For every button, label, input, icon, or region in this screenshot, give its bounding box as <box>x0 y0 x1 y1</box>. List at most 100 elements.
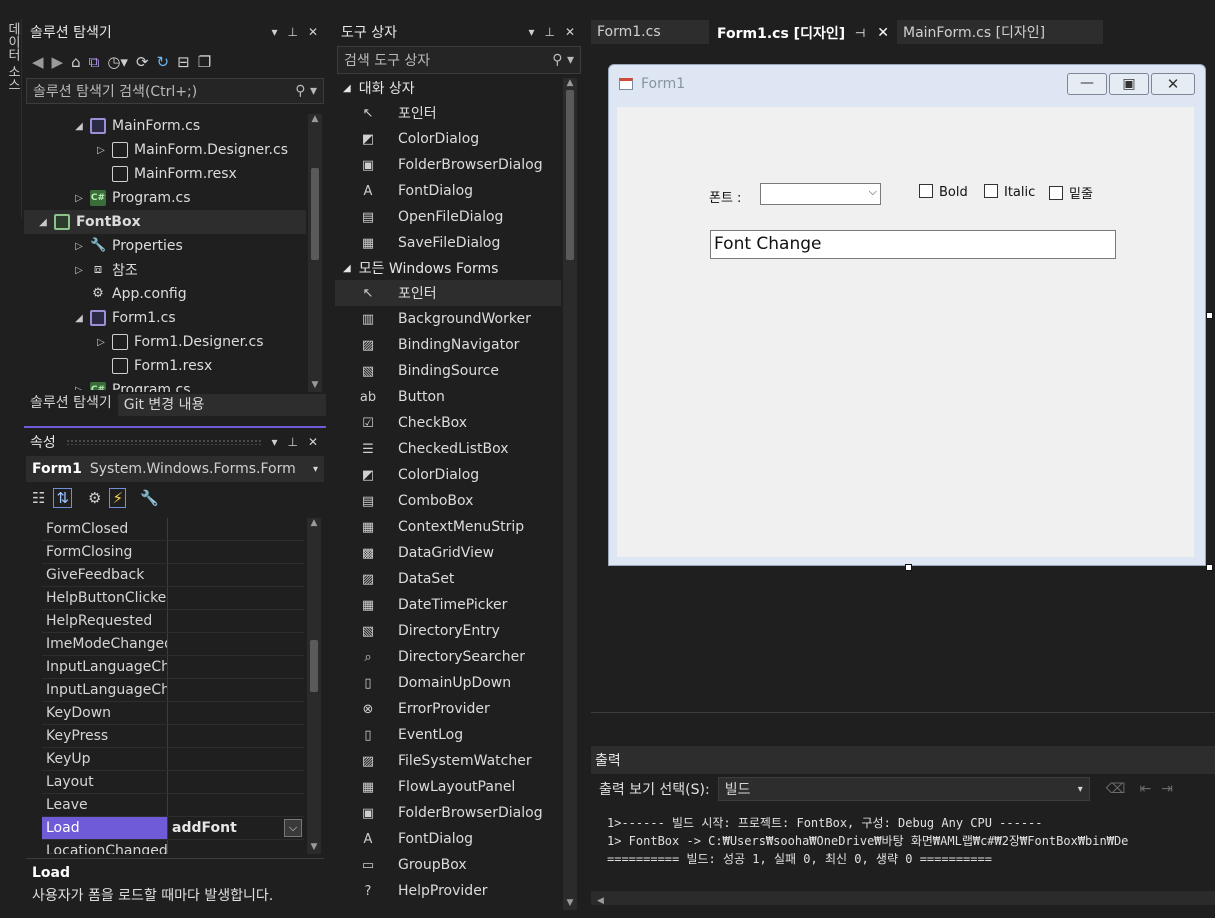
solution-explorer-search[interactable]: 솔루션 탐색기 검색(Ctrl+;) ⚲ ▾ <box>26 78 324 104</box>
tab-form1-designer[interactable]: Form1.cs [디자인] ⊣ ✕ <box>711 20 895 44</box>
search-icon[interactable]: ⚲ ▾ <box>552 52 574 68</box>
toolbox-item[interactable]: ◩ ColorDialog <box>335 462 561 488</box>
resize-handle[interactable] <box>905 564 912 571</box>
next-message-icon[interactable]: ⇥ <box>1161 781 1173 797</box>
toolbox-item[interactable]: ▣ FolderBrowserDialog <box>335 152 561 178</box>
data-sources-side-tab[interactable]: 데이터 소스 <box>0 18 22 218</box>
output-source-select[interactable]: 빌드 ▾ <box>717 777 1090 801</box>
toolbox-item[interactable]: ▤ ComboBox <box>335 488 561 514</box>
collapse-arrow-icon[interactable]: ◢ <box>72 313 86 324</box>
tab-solution-explorer[interactable]: 솔루션 탐색기 <box>24 390 118 416</box>
property-value[interactable]: addFont ⌵ <box>168 817 304 839</box>
resize-handle[interactable] <box>1206 312 1213 319</box>
tree-item[interactable]: ◢ Form1.cs <box>24 306 306 330</box>
pin-icon[interactable]: ⊣ <box>855 26 865 40</box>
search-icon[interactable]: ⚲ ▾ <box>295 83 317 99</box>
property-row[interactable]: InputLanguageChanged <box>42 656 304 679</box>
toolbox-item[interactable]: ▨ FileSystemWatcher <box>335 748 561 774</box>
wrench-icon[interactable]: 🔧 <box>140 489 159 507</box>
toolbox-item[interactable]: ⊗ ErrorProvider <box>335 696 561 722</box>
toolbox-item[interactable]: ☰ CheckedListBox <box>335 436 561 462</box>
designed-form[interactable]: Form1 — ▣ ✕ 폰트 : ⌵ Bold Italic 밑줄 Font C… <box>608 64 1213 571</box>
back-icon[interactable]: ◀ <box>32 53 44 71</box>
close-icon[interactable]: ✕ <box>565 25 575 39</box>
property-row[interactable]: HelpRequested <box>42 610 304 633</box>
property-row[interactable]: InputLanguageChanging <box>42 679 304 702</box>
tree-item[interactable]: Form1.resx <box>24 354 306 378</box>
dropdown-icon[interactable]: ▾ <box>271 25 277 39</box>
toolbox-item[interactable]: ab Button <box>335 384 561 410</box>
property-row[interactable]: GiveFeedback <box>42 564 304 587</box>
property-value[interactable] <box>168 564 304 586</box>
toolbox-search[interactable]: 검색 도구 상자 ⚲ ▾ <box>337 46 581 74</box>
property-value[interactable] <box>168 610 304 632</box>
expand-arrow-icon[interactable]: ▷ <box>94 337 108 348</box>
scroll-down-icon[interactable]: ▼ <box>563 898 577 908</box>
scroll-thumb[interactable] <box>566 90 574 260</box>
expand-arrow-icon[interactable]: ▷ <box>72 241 86 252</box>
tree-item[interactable]: ▷ MainForm.Designer.cs <box>24 138 306 162</box>
scroll-left-icon[interactable]: ◀ <box>591 896 604 906</box>
resize-handle[interactable] <box>1206 564 1213 571</box>
tree-item[interactable]: ▷ 🔧 Properties <box>24 234 306 258</box>
collapse-arrow-icon[interactable]: ◢ <box>72 121 86 132</box>
property-value[interactable] <box>168 771 304 793</box>
close-icon[interactable]: ✕ <box>308 435 318 449</box>
property-value[interactable] <box>168 633 304 655</box>
toolbox-item[interactable]: ▨ DataSet <box>335 566 561 592</box>
scroll-up-icon[interactable]: ▲ <box>563 78 577 88</box>
refresh-icon[interactable]: ↻ <box>157 53 170 71</box>
property-value[interactable] <box>168 587 304 609</box>
toolbox-item[interactable]: ▦ ContextMenuStrip <box>335 514 561 540</box>
toolbox-category[interactable]: ◢ 모든 Windows Forms <box>335 256 561 280</box>
toolbox-item[interactable]: ↖ 포인터 <box>335 100 561 126</box>
switch-views-icon[interactable]: ⧉ <box>89 53 100 71</box>
scroll-thumb[interactable] <box>311 168 319 260</box>
output-h-scrollbar[interactable]: ◀ <box>591 891 1215 906</box>
collapse-arrow-icon[interactable]: ◢ <box>36 217 50 228</box>
close-icon[interactable]: ✕ <box>308 25 318 39</box>
bold-checkbox[interactable]: Bold <box>919 184 968 200</box>
pin-icon[interactable]: ⊥ <box>287 435 297 449</box>
expand-arrow-icon[interactable]: ▷ <box>94 145 108 156</box>
object-selector[interactable]: Form1 System.Windows.Forms.Form ▾ <box>26 456 324 482</box>
alphabetical-icon[interactable]: ⇅ <box>53 488 73 508</box>
close-icon[interactable]: ✕ <box>877 25 889 41</box>
scroll-thumb[interactable] <box>310 640 318 692</box>
toolbox-item[interactable]: ▯ EventLog <box>335 722 561 748</box>
sync-icon[interactable]: ⟳ <box>136 53 149 71</box>
toolbox-item[interactable]: ▥ BackgroundWorker <box>335 306 561 332</box>
property-value[interactable] <box>168 541 304 563</box>
output-text[interactable]: 1>------ 빌드 시작: 프로젝트: FontBox, 구성: Debug… <box>591 804 1215 884</box>
tree-item[interactable]: ▷ C# Program.cs <box>24 186 306 210</box>
toolbox-item[interactable]: ▨ BindingNavigator <box>335 332 561 358</box>
chevron-down-icon[interactable]: ⌵ <box>284 819 302 837</box>
toolbox-item[interactable]: A FontDialog <box>335 178 561 204</box>
property-row[interactable]: FormClosed <box>42 518 304 541</box>
tree-item[interactable]: ▷ Form1.Designer.cs <box>24 330 306 354</box>
italic-checkbox[interactable]: Italic <box>984 184 1035 200</box>
tab-form1-code[interactable]: Form1.cs <box>591 20 709 44</box>
property-scrollbar[interactable]: ▲ ▼ <box>307 518 321 854</box>
property-row[interactable]: ImeModeChanged <box>42 633 304 656</box>
property-row[interactable]: LocationChanged <box>42 840 304 854</box>
scroll-down-icon[interactable]: ▼ <box>307 842 321 852</box>
show-all-files-icon[interactable]: ❐ <box>198 53 211 71</box>
toolbox-item[interactable]: ▦ FlowLayoutPanel <box>335 774 561 800</box>
font-change-textbox[interactable]: Font Change <box>710 230 1116 259</box>
clear-all-icon[interactable]: ⌫ <box>1106 781 1126 797</box>
property-value[interactable] <box>168 725 304 747</box>
property-row[interactable]: Load addFont ⌵ <box>42 817 304 840</box>
pin-icon[interactable]: ⊥ <box>287 25 297 39</box>
toolbox-item[interactable]: ◩ ColorDialog <box>335 126 561 152</box>
font-combobox[interactable]: ⌵ <box>760 183 881 205</box>
underline-checkbox[interactable]: 밑줄 <box>1049 183 1093 202</box>
close-icon[interactable]: ✕ <box>1151 73 1195 95</box>
toolbox-item[interactable]: ☑ CheckBox <box>335 410 561 436</box>
toolbox-scrollbar[interactable]: ▲ ▼ <box>563 78 577 910</box>
scroll-up-icon[interactable]: ▲ <box>308 114 322 124</box>
tree-item[interactable]: ▷ ⧈ 참조 <box>24 258 306 282</box>
expand-arrow-icon[interactable]: ▷ <box>72 265 86 276</box>
property-value[interactable] <box>168 702 304 724</box>
property-row[interactable]: FormClosing <box>42 541 304 564</box>
